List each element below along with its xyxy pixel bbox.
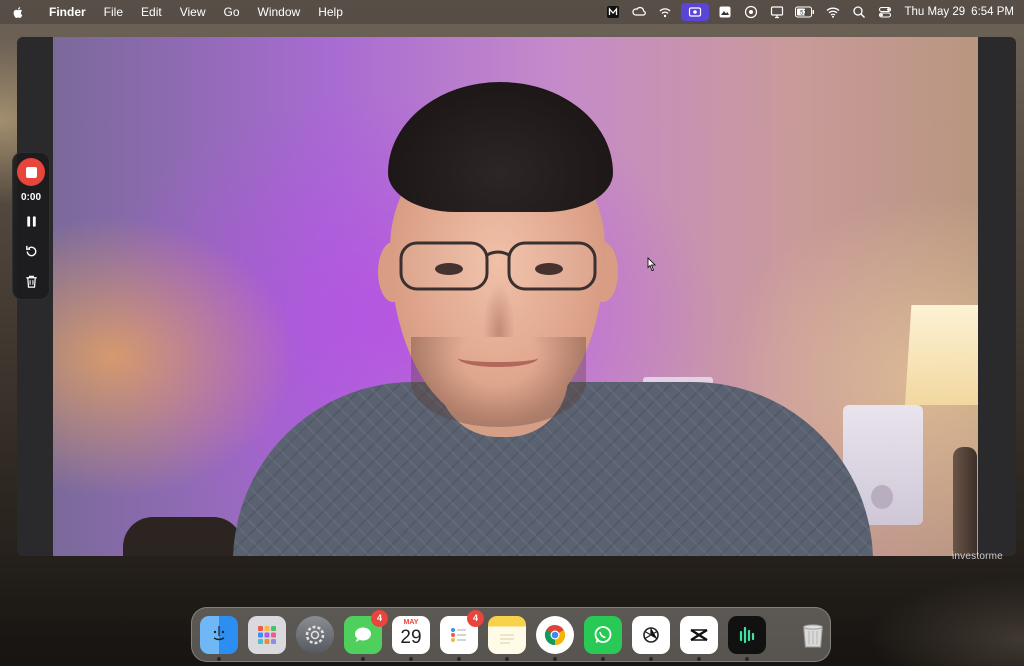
- dock-launchpad[interactable]: [248, 615, 286, 654]
- dock-running-indicator: [361, 656, 365, 661]
- person-mouth: [458, 349, 538, 367]
- pause-icon: [26, 215, 36, 227]
- recording-timer: 0:00: [20, 192, 41, 203]
- menu-app-name[interactable]: Finder: [40, 0, 95, 24]
- dock-running-indicator: [745, 656, 749, 661]
- creative-cloud-icon[interactable]: [626, 0, 652, 24]
- dock-trash[interactable]: [794, 616, 832, 654]
- menu-window[interactable]: Window: [249, 0, 310, 24]
- dock-chatgpt[interactable]: [632, 615, 670, 661]
- battery-icon: 52: [790, 0, 820, 24]
- sound-bars-icon: [739, 626, 755, 643]
- calendar-day: 29: [400, 626, 422, 648]
- finder-icon: [213, 625, 225, 640]
- clock-date: Thu May 29: [904, 6, 966, 18]
- chatgpt-icon: [643, 626, 659, 643]
- webcam-video-feed: [53, 37, 978, 556]
- dock-running-indicator: [697, 656, 701, 661]
- dock-system-settings[interactable]: [296, 615, 334, 654]
- dock-running-indicator: [553, 656, 557, 661]
- pause-button[interactable]: [19, 209, 43, 233]
- messages-badge: 4: [371, 609, 388, 627]
- dock-audio-app[interactable]: [728, 615, 766, 661]
- clock-time: 6:54 PM: [971, 6, 1014, 18]
- display-icon[interactable]: [764, 0, 790, 24]
- capcut-icon: [690, 628, 708, 641]
- battery-level-label: 52: [801, 11, 808, 17]
- notes-icon: [500, 634, 514, 643]
- reminders-badge: 4: [467, 609, 484, 627]
- menu-view[interactable]: View: [171, 0, 215, 24]
- menu-clock[interactable]: Thu May 29 6:54 PM: [904, 6, 1014, 18]
- airplay-icon[interactable]: [652, 0, 678, 24]
- menu-bar: Finder File Edit View Go Window Help 52: [0, 0, 1024, 24]
- m-app-icon[interactable]: [600, 0, 626, 24]
- gear-icon: [305, 625, 325, 644]
- search-icon[interactable]: [846, 0, 872, 24]
- chrome-icon: [544, 624, 566, 645]
- menu-help[interactable]: Help: [309, 0, 352, 24]
- dock-capcut[interactable]: [680, 615, 718, 661]
- dock-reminders[interactable]: 4: [440, 609, 484, 661]
- dock-chrome[interactable]: [536, 615, 574, 661]
- background-lamp: [905, 305, 978, 405]
- trash-can-icon: [803, 623, 823, 648]
- stop-recording-button[interactable]: [17, 158, 45, 186]
- background-lamp-base: [953, 447, 977, 556]
- calendar-month: MAY: [403, 618, 419, 626]
- reminders-list-icon: [451, 627, 466, 642]
- menu-go[interactable]: Go: [215, 0, 249, 24]
- mouse-cursor-icon: [647, 257, 656, 271]
- dock-calendar[interactable]: MAY 29: [392, 615, 430, 661]
- menu-edit[interactable]: Edit: [132, 0, 171, 24]
- mountain-icon[interactable]: [712, 0, 738, 24]
- whatsapp-icon: [594, 625, 612, 643]
- glasses-icon: [399, 241, 597, 291]
- stop-icon: [25, 166, 37, 178]
- dock-notes[interactable]: [488, 615, 526, 661]
- restart-icon: [25, 245, 36, 256]
- dock-running-indicator: [409, 656, 413, 661]
- dock-running-indicator: [505, 656, 509, 661]
- camera-window: [17, 37, 1016, 556]
- recorder-control-bar: 0:00: [12, 152, 50, 300]
- dock-messages[interactable]: 4: [344, 609, 388, 661]
- delete-recording-button[interactable]: [19, 269, 43, 293]
- video-watermark: investorme: [952, 551, 1003, 562]
- trash-icon: [25, 275, 37, 288]
- dock-running-indicator: [217, 656, 221, 661]
- background-chair: [123, 517, 243, 556]
- person-hair: [388, 82, 613, 212]
- control-center-icon[interactable]: [872, 0, 898, 24]
- dock-running-indicator: [649, 656, 653, 661]
- restart-button[interactable]: [19, 239, 43, 263]
- dock-running-indicator: [457, 656, 461, 661]
- dock-running-indicator: [601, 656, 605, 661]
- dock-whatsapp[interactable]: [584, 615, 622, 661]
- dock-finder[interactable]: [200, 615, 238, 661]
- dock: 4 MAY 29 4: [191, 607, 831, 662]
- launchpad-icon: [258, 625, 276, 644]
- vpn-icon[interactable]: [738, 0, 764, 24]
- apple-menu-icon[interactable]: [12, 5, 26, 19]
- menu-file[interactable]: File: [95, 0, 132, 24]
- message-bubble-icon: [355, 627, 371, 642]
- screen-recorder-icon[interactable]: [681, 3, 710, 21]
- wifi-icon[interactable]: [820, 0, 846, 24]
